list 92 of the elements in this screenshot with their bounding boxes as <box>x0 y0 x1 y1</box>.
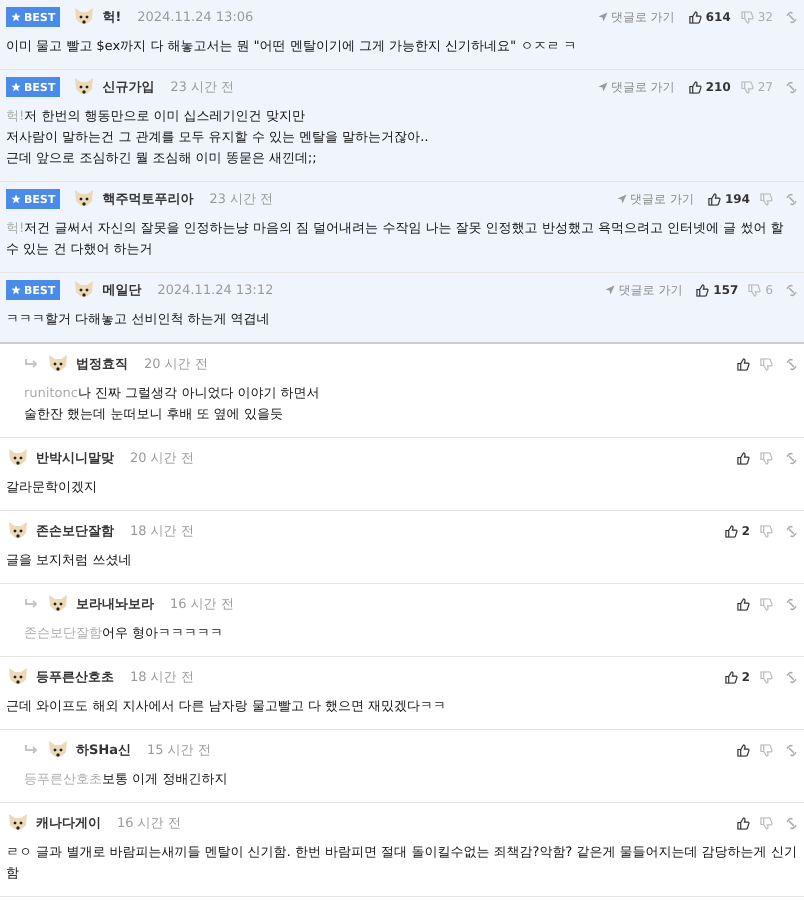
thumbs-up-icon <box>737 816 750 830</box>
like-button[interactable]: 2 <box>724 524 750 538</box>
dislike-button[interactable] <box>760 524 773 538</box>
comment-text: 술한잔 했는데 눈떠보니 후배 또 옆에 있을듯 <box>24 406 284 424</box>
author-name[interactable]: 신규가입 <box>102 78 154 96</box>
thumbs-down-icon <box>740 80 754 94</box>
like-button[interactable] <box>737 598 750 610</box>
comment-text: 근데 앞으로 조심하긴 뭘 조심해 이미 똥묻은 새낀데;; <box>6 150 318 168</box>
thumbs-up-icon <box>737 598 750 610</box>
author-name[interactable]: 핵주먹토푸리아 <box>102 190 194 208</box>
thumbs-up-icon <box>724 524 738 538</box>
thumbs-down-icon <box>760 192 773 206</box>
send-icon <box>617 194 628 204</box>
dislike-button[interactable] <box>760 744 773 756</box>
star-icon <box>11 82 21 92</box>
thumbs-up-icon <box>708 192 721 206</box>
thumbs-up-icon <box>688 10 702 24</box>
star-icon <box>11 285 21 295</box>
comment-time: 20 시간 전 <box>130 450 194 467</box>
comment-time: 23 시간 전 <box>209 191 274 208</box>
comment-text: 저사람이 말하는건 그 관계를 모두 유지할 수 있는 멘탈을 말하는거잖아.. <box>6 129 430 147</box>
star-icon <box>11 12 21 22</box>
author-name[interactable]: 등푸른산호초 <box>36 668 114 686</box>
badge-label: BEST <box>24 10 56 24</box>
dislike-button[interactable] <box>760 192 773 206</box>
reply-arrow-icon <box>24 744 40 756</box>
comment-text: 헉!저건 글써서 자신의 잘못을 인정하는냥 마음의 짐 덜어내려는 수작임 나는 잘못 인정했고 반성했고 욕먹으려고 인터넷에 글 썼어 할 수 있는 건 다했어 하는거 <box>6 220 784 259</box>
thumbs-down-icon <box>760 744 773 756</box>
like-button[interactable]: 210 <box>688 80 731 94</box>
badge-label: BEST <box>24 80 56 94</box>
comment-text: 등푸른산호초보통 이게 정배긴하지 <box>24 771 228 789</box>
thumbs-up-icon <box>737 744 750 756</box>
author-name[interactable]: 헉! <box>102 8 122 26</box>
thumbs-down-icon <box>760 452 773 464</box>
comment-time: 18 시간 전 <box>130 669 194 686</box>
comment-text: runitonc나 진짜 그럴생각 아니었다 이야기 하면서 <box>24 385 321 403</box>
author-name[interactable]: 존손보단잘함 <box>36 522 114 540</box>
comment-text: 존슨보단잘함어우 형아ㅋㅋㅋㅋㅋ <box>24 625 224 643</box>
comment-text: 헉!저 한번의 행동만으로 이미 십스레기인건 맞지만 <box>6 108 306 126</box>
thumbs-down-icon <box>760 358 773 370</box>
thumbs-down-icon <box>760 524 773 538</box>
comment-text: 글을 보지처럼 쓰셨네 <box>6 552 132 570</box>
comment-time: 16 시간 전 <box>170 596 234 613</box>
like-button[interactable] <box>737 816 750 830</box>
thumbs-down-icon <box>740 10 754 24</box>
dislike-button[interactable] <box>760 598 773 610</box>
comment-time: 20 시간 전 <box>144 356 208 373</box>
star-icon <box>11 194 21 204</box>
send-icon <box>598 82 608 92</box>
author-name[interactable]: 캐나다게이 <box>36 814 101 832</box>
send-icon <box>605 285 616 295</box>
thumbs-up-icon <box>724 670 738 684</box>
like-button[interactable]: 194 <box>708 192 750 206</box>
like-button[interactable]: 614 <box>688 10 731 24</box>
thumbs-up-icon <box>737 358 750 370</box>
like-button[interactable] <box>737 358 750 370</box>
like-button[interactable]: 2 <box>724 670 750 684</box>
thumbs-down-icon <box>760 670 773 684</box>
comment-text: 근데 와이프도 해외 지사에서 다른 남자랑 물고빨고 다 했으면 재밌겠다ㅋㅋ <box>6 698 448 716</box>
author-name[interactable]: 보라내놔보라 <box>76 595 154 613</box>
author-name[interactable]: 메일단 <box>102 281 142 299</box>
comment-text: 갈라문학이겠지 <box>6 479 98 497</box>
comment-time: 15 시간 전 <box>147 742 211 759</box>
thumbs-down-icon <box>760 816 773 830</box>
comment-time: 2024.11.24 13:12 <box>157 282 274 298</box>
thumbs-down-icon <box>748 284 762 296</box>
reply-arrow-icon <box>24 598 40 610</box>
dislike-button[interactable] <box>760 452 773 464</box>
reply-arrow-icon <box>24 358 40 370</box>
thumbs-down-icon <box>760 598 773 610</box>
thumbs-up-icon <box>696 284 710 296</box>
author-name[interactable]: 반박시니말맞 <box>36 449 114 467</box>
thumbs-up-icon <box>737 452 750 464</box>
like-button[interactable] <box>737 744 750 756</box>
like-button[interactable] <box>737 452 750 464</box>
dislike-button[interactable] <box>760 670 773 684</box>
comment-time: 16 시간 전 <box>117 815 181 832</box>
like-button[interactable]: 157 <box>696 283 738 297</box>
author-name[interactable]: 하SHa신 <box>76 741 132 759</box>
dislike-button[interactable] <box>760 816 773 830</box>
comment-text: ㅋㅋㅋ할거 다해놓고 선비인척 하는게 역겹네 <box>6 311 271 329</box>
comment-text: ㄹㅇ 글과 별개로 바람피는새끼들 멘탈이 신기함. 한번 바람피면 절대 돌이킬수없는 죄책감?악함? 같은게 물들어지는데 감당하는게 신기함 <box>6 844 798 883</box>
comment-time: 23 시간 전 <box>170 79 234 96</box>
send-icon <box>598 12 608 22</box>
thumbs-up-icon <box>688 80 702 94</box>
comment-time: 2024.11.24 13:06 <box>137 10 254 24</box>
author-name[interactable]: 법정효직 <box>76 355 128 373</box>
comment-time: 18 시간 전 <box>130 523 194 540</box>
badge-label: BEST <box>24 192 56 206</box>
comment-text: 이미 물고 빨고 $ex까지 다 해놓고서는 뭔 "어떤 멘탈이기에 그게 가능한지 신기하네요" ㅇㅈㄹ ㅋ <box>6 38 578 56</box>
dislike-button[interactable] <box>760 358 773 370</box>
badge-label: BEST <box>24 284 56 296</box>
